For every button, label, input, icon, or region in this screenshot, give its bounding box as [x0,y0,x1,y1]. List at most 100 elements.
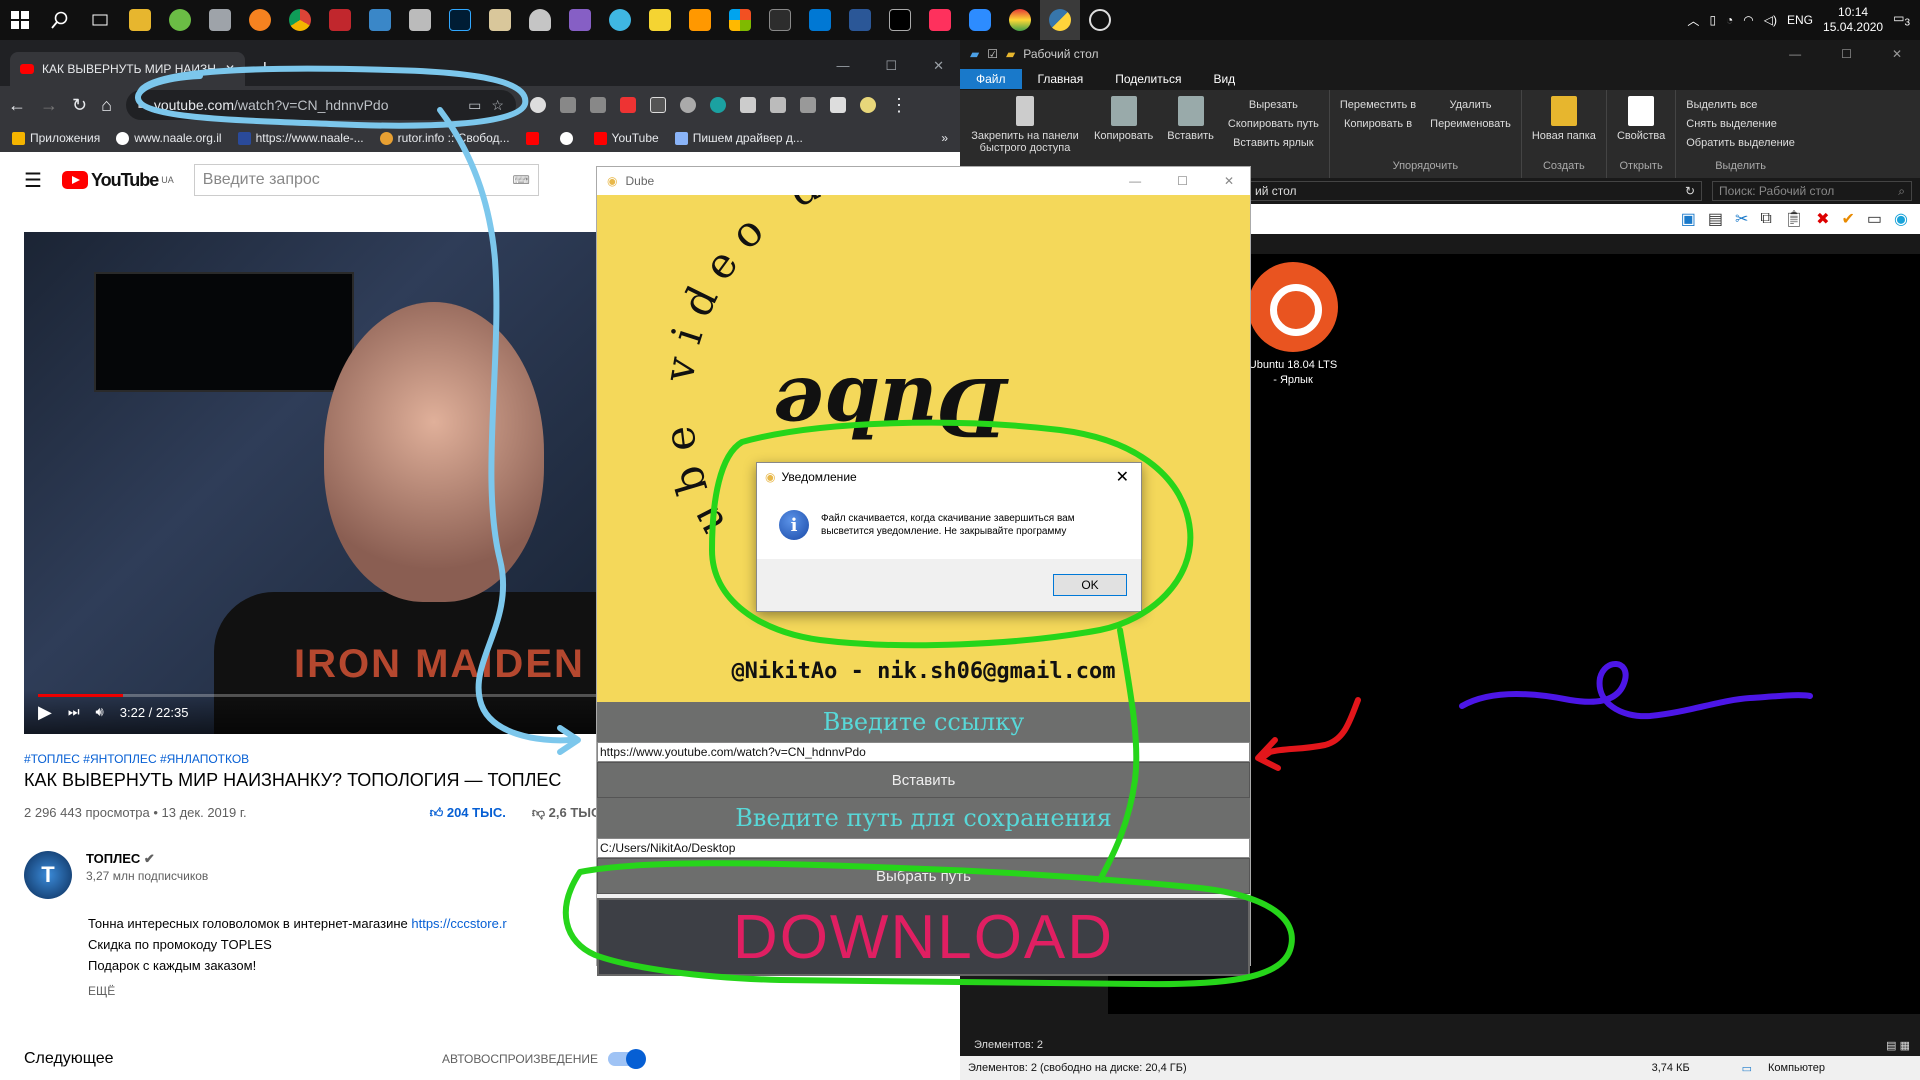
extension-icon[interactable] [589,97,606,113]
ok-button[interactable]: OK [1053,574,1127,596]
extension-icon[interactable] [559,97,576,113]
menu-icon[interactable]: ⋮ [890,95,908,116]
show-more-button[interactable]: ЕЩЁ [88,984,604,998]
extension-icon[interactable] [709,97,726,113]
maximize-icon[interactable]: ☐ [1177,174,1188,188]
potplayer-icon[interactable] [640,0,680,40]
bookmark-item[interactable]: Пишем драйвер д... [674,131,803,146]
maximize-icon[interactable]: ☐ [885,58,897,74]
paste-shortcut-button[interactable]: Вставить ярлык [1228,134,1319,153]
extension-icon[interactable] [619,97,636,113]
tab-view[interactable]: Вид [1197,69,1251,89]
extension-icon[interactable] [829,97,846,113]
office-icon[interactable] [720,0,760,40]
refresh-icon[interactable]: ↻ [1685,184,1695,198]
rename-icon[interactable]: ▭ [1867,209,1882,229]
zoom-icon[interactable] [960,0,1000,40]
rename-button[interactable]: Переименовать [1430,115,1511,134]
view-icon[interactable]: ▤ [1708,209,1723,229]
autoplay-toggle[interactable] [608,1048,646,1069]
choose-path-button[interactable]: Выбрать путь [597,858,1250,894]
profile-avatar[interactable] [859,97,876,113]
properties-button[interactable]: Свойства [1617,96,1665,142]
scissors-icon[interactable]: ✂ [1735,209,1748,229]
globe-icon[interactable]: ◉ [1894,209,1908,229]
tab-file[interactable]: Файл [960,69,1022,89]
youtube-logo[interactable]: YouTube UA [61,170,174,191]
volume-icon[interactable]: ◁) [1764,13,1777,27]
avast-icon[interactable] [240,0,280,40]
home-icon[interactable]: ⌂ [101,95,112,116]
star-icon[interactable]: ☆ [491,97,504,114]
move-to-button[interactable]: Переместить в [1340,96,1416,115]
bookmark-item[interactable]: https://www.naale-... [237,131,364,146]
extension-icon[interactable] [649,97,666,113]
language-indicator[interactable]: ENG [1787,13,1813,27]
network-tool-icon[interactable] [360,0,400,40]
maximize-icon[interactable]: ☐ [1841,47,1852,61]
view-toggle-icon[interactable]: ▤ ▦ [1886,1039,1920,1052]
notifications-icon[interactable]: ▭3 [1893,11,1910,28]
search-icon[interactable] [40,0,80,40]
wifi-icon[interactable]: ◠ [1743,13,1753,27]
utorrent-icon[interactable] [160,0,200,40]
video-player[interactable]: IRON MAIDEN [24,232,624,734]
battery-icon[interactable]: ▯ [1709,13,1716,27]
cmd-icon[interactable] [880,0,920,40]
download-button[interactable]: DOWNLOAD [597,898,1250,976]
vscode-icon[interactable] [800,0,840,40]
file-explorer-icon[interactable] [120,0,160,40]
extension-icon[interactable] [529,97,546,113]
cast-icon[interactable]: ▭ [468,97,481,114]
intellij-icon[interactable] [920,0,960,40]
reload-icon[interactable]: ↻ [72,95,87,116]
paste-button[interactable]: Вставить [597,762,1250,798]
tab-youtube[interactable]: КАК ВЫВЕРНУТЬ МИР НАИЗНАН ✕ [10,52,245,86]
delete-button[interactable]: Удалить [1430,96,1511,115]
bookmark-item[interactable] [559,131,578,146]
timer-icon[interactable] [600,0,640,40]
extension-icon[interactable] [739,97,756,113]
minimize-icon[interactable]: — [836,58,849,74]
channel-avatar[interactable]: T [24,851,72,899]
volume-icon[interactable]: 🔊︎ [96,704,104,720]
bookmark-item[interactable] [525,131,544,146]
link-input[interactable]: https://www.youtube.com/watch?v=CN_hdnnv… [597,742,1250,762]
chrome-icon[interactable] [280,0,320,40]
extension-icon[interactable] [799,97,816,113]
copy-to-button[interactable]: Копировать в [1340,115,1416,134]
aida64-icon[interactable] [320,0,360,40]
clock-app-icon[interactable] [1080,0,1120,40]
save-disk-icon[interactable] [840,0,880,40]
more-bookmarks-icon[interactable]: » [941,131,948,145]
tab-home[interactable]: Главная [1022,69,1100,89]
copy-path-button[interactable]: Скопировать путь [1228,115,1319,134]
hashtags[interactable]: #ТОПЛЕС #ЯНТОПЛЕС #ЯНЛАПОТКОВ [24,752,604,766]
copy-icon[interactable]: ⧉ [1760,210,1771,228]
new-tab-icon[interactable]: + [245,57,271,86]
ubuntu-shortcut[interactable]: Ubuntu 18.04 LTS - Ярлык [1246,262,1340,388]
bookmark-youtube[interactable]: YouTube [593,131,659,146]
color-wheel-icon[interactable] [1000,0,1040,40]
bookmark-apps[interactable]: Приложения [12,131,100,146]
bookmark-item[interactable]: rutor.info :: Свобод... [379,131,510,146]
task-view-icon[interactable] [80,0,120,40]
extension-icon[interactable] [679,97,696,113]
chevron-up-icon[interactable]: ︿ [1687,12,1699,29]
sublime-text-icon[interactable] [680,0,720,40]
new-folder-button[interactable]: Новая папка [1532,96,1596,142]
visual-studio-icon[interactable] [560,0,600,40]
select-all-button[interactable]: Выделить все [1686,96,1795,115]
close-icon[interactable]: ✕ [1116,467,1129,487]
delete-icon[interactable]: ✖ [1816,209,1829,229]
check-icon[interactable]: ✔ [1842,209,1855,229]
layout-icon[interactable]: ▣ [1681,209,1696,229]
dislike-button[interactable]: 👎︎ 2,6 ТЫС. [532,805,604,821]
back-icon[interactable]: ← [8,95,26,116]
play-icon[interactable]: ▶ [38,702,52,723]
close-tab-icon[interactable]: ✕ [225,62,235,76]
like-button[interactable]: 👍︎ 204 ТЫС. [430,805,506,821]
extension-icon[interactable] [769,97,786,113]
app-icon[interactable] [200,0,240,40]
explorer-search-input[interactable]: Поиск: Рабочий стол ⌕ [1712,181,1912,201]
